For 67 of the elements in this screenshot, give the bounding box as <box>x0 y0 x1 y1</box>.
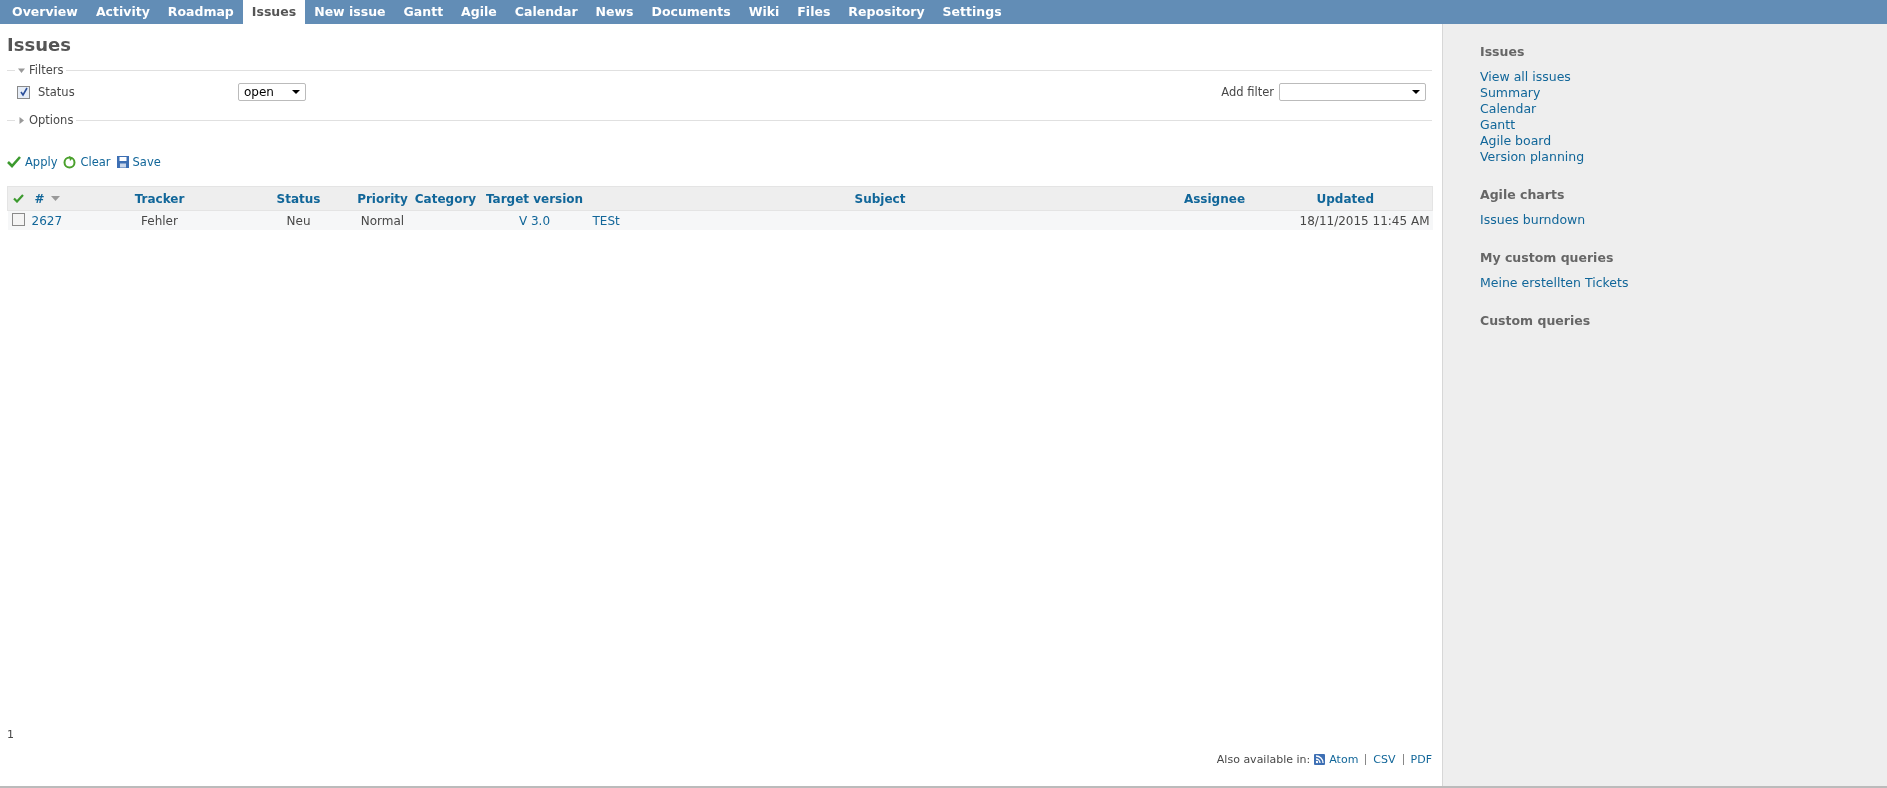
column-header[interactable]: Priority <box>357 191 408 206</box>
table-cell: Normal <box>360 213 405 228</box>
column-header[interactable]: Category <box>414 191 477 206</box>
table-cell: Neu <box>286 213 311 228</box>
menu-tab[interactable]: Roadmap <box>158 0 243 24</box>
refresh-icon <box>63 155 77 169</box>
add-filter-label: Add filter <box>1221 85 1274 99</box>
sidebar-link[interactable]: Meine erstellten Tickets <box>1480 275 1629 291</box>
menu-tab[interactable]: Repository <box>839 0 934 24</box>
pagination-text: 1 <box>7 728 14 741</box>
menu-tab[interactable]: Agile <box>452 0 506 24</box>
table-cell-link[interactable]: 2627 <box>31 213 63 228</box>
column-header[interactable]: Tracker <box>134 191 185 206</box>
filters-toggle[interactable]: Filters <box>18 63 64 77</box>
menu-tab[interactable]: Overview <box>3 0 87 24</box>
column-header[interactable]: Status <box>276 191 321 206</box>
column-header[interactable]: # <box>34 191 45 206</box>
action-link[interactable]: Clear <box>63 155 111 169</box>
column-header[interactable]: Subject <box>854 191 906 206</box>
sidebar-heading: My custom queries <box>1480 250 1614 265</box>
menu-tab[interactable]: Documents <box>642 0 740 24</box>
menu-tab[interactable]: Calendar <box>505 0 587 24</box>
export-link[interactable]: CSV <box>1373 753 1396 766</box>
filter-label: Status <box>38 85 76 99</box>
sidebar-heading: Issues <box>1480 44 1525 59</box>
checkbox[interactable] <box>17 85 30 99</box>
menu-tab[interactable]: News <box>586 0 643 24</box>
check-all-icon[interactable] <box>12 193 24 203</box>
menu-tab[interactable]: Wiki <box>739 0 789 24</box>
menu-tab[interactable]: Activity <box>86 0 159 24</box>
export-label: Also available in: <box>1216 753 1311 766</box>
options-toggle[interactable]: Options <box>18 113 74 127</box>
menu-tab[interactable]: New issue <box>305 0 395 24</box>
menu-tab[interactable]: Issues <box>242 0 306 24</box>
caret-icon <box>1412 90 1420 94</box>
action-link[interactable]: Apply <box>7 155 58 169</box>
checkmark-icon <box>7 156 21 168</box>
table-cell: Fehler <box>141 213 178 228</box>
caret-icon <box>292 90 300 94</box>
action-link[interactable]: Save <box>116 155 161 169</box>
sidebar-heading: Agile charts <box>1480 187 1565 202</box>
table-cell: 18/11/2015 11:45 AM <box>1299 213 1430 228</box>
menu-tab[interactable]: Files <box>788 0 840 24</box>
column-header[interactable]: Assignee <box>1183 191 1246 206</box>
sidebar-link[interactable]: Version planning <box>1480 149 1585 165</box>
export-link[interactable]: Atom <box>1329 753 1359 766</box>
add-filter-select[interactable] <box>1279 83 1426 101</box>
menu-tab[interactable]: Gantt <box>394 0 453 24</box>
feed-icon <box>1314 754 1326 765</box>
sidebar-link[interactable]: Gantt <box>1480 117 1516 133</box>
row-checkbox[interactable] <box>11 212 25 226</box>
operator-select[interactable]: open <box>238 83 306 101</box>
export-link[interactable]: PDF <box>1410 753 1432 766</box>
sidebar-heading: Custom queries <box>1480 313 1591 328</box>
sidebar-link[interactable]: Agile board <box>1480 133 1552 149</box>
column-header[interactable]: Updated <box>1316 191 1374 206</box>
table-cell-link[interactable]: V 3.0 <box>518 213 551 228</box>
table-cell-link[interactable]: TESt <box>592 213 620 228</box>
page-title: Issues <box>7 33 71 57</box>
table-row[interactable]: 2627 Fehler Neu Normal V 3.0 TESt 18/11/2015 11:45 AM <box>7 210 1433 230</box>
sidebar-link[interactable]: Calendar <box>1480 101 1537 117</box>
sidebar-link[interactable]: View all issues <box>1480 69 1571 85</box>
sort-icon[interactable] <box>50 196 60 201</box>
sidebar-link[interactable]: Issues burndown <box>1480 212 1586 228</box>
sidebar-link[interactable]: Summary <box>1480 85 1541 101</box>
menu-tab[interactable]: Settings <box>933 0 1011 24</box>
column-header[interactable]: Target version <box>485 191 584 206</box>
